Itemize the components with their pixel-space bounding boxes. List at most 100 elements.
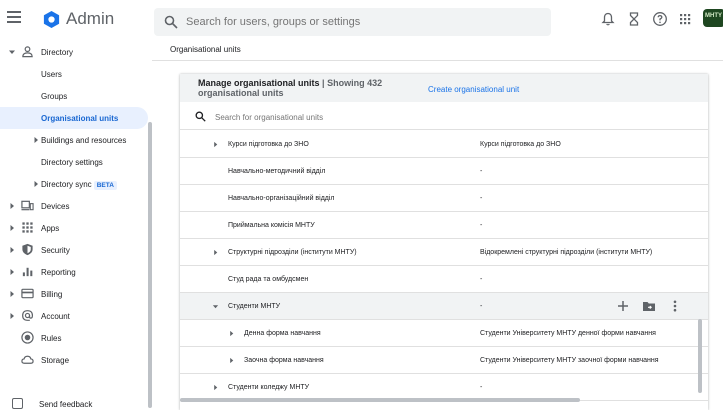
send-feedback-label: Send feedback (39, 400, 93, 409)
sidebar-item-groups[interactable]: Groups (0, 85, 148, 107)
org-units-card: Manage organisational units | Showing 43… (180, 74, 708, 410)
card-title-text: Manage organisational units (198, 78, 320, 88)
app-title[interactable]: Admin (66, 9, 114, 29)
org-unit-name[interactable]: Денна форма навчання (244, 330, 321, 337)
apps-grid-icon[interactable] (677, 11, 693, 27)
org-unit-description: - (480, 276, 483, 283)
admin-console: Admin MHTY (0, 0, 723, 410)
hourglass-tasks-icon[interactable] (626, 11, 642, 27)
org-unit-name[interactable]: Навчально-методичний відділ (228, 168, 325, 175)
sidebar-item-billing[interactable]: Billing (0, 283, 148, 305)
account-avatar[interactable]: MHTY (703, 9, 723, 27)
chevron-down-icon (9, 50, 15, 54)
at-sign-icon (22, 310, 34, 321)
move-folder-icon[interactable] (642, 299, 656, 313)
global-search-input[interactable] (186, 13, 526, 31)
sidebar-item-reporting[interactable]: Reporting (0, 261, 148, 283)
sidebar: Directory Users Groups Organisational un… (0, 38, 152, 410)
sidebar-item-directory-settings[interactable]: Directory settings (0, 151, 148, 173)
devices-icon (21, 200, 34, 211)
chevron-right-icon[interactable] (212, 141, 219, 148)
org-unit-name[interactable]: Курси підготовка до ЗНО (228, 141, 309, 148)
org-unit-name[interactable]: Структурні підрозділи (інститути МНТУ) (228, 249, 357, 256)
sidebar-item-label: Rules (41, 334, 62, 343)
global-search[interactable] (154, 8, 551, 36)
main-menu-icon[interactable] (7, 11, 21, 25)
org-unit-description: - (480, 195, 483, 202)
chevron-down-icon[interactable] (212, 303, 219, 310)
table-row[interactable]: Структурні підрозділи (інститути МНТУ) В… (180, 239, 708, 266)
org-unit-name[interactable]: Студ рада та омбудсмен (228, 276, 308, 283)
sidebar-item-storage[interactable]: Storage (0, 349, 148, 371)
table-row[interactable]: Студенти коледжу МНТУ - (180, 374, 708, 401)
table-row[interactable]: Навчально-методичний відділ - (180, 158, 708, 185)
sidebar-item-apps[interactable]: Apps (0, 217, 148, 239)
sidebar-item-buildings[interactable]: Buildings and resources (0, 129, 148, 151)
table-row[interactable]: Студ рада та омбудсмен - (180, 266, 708, 293)
chevron-right-icon (34, 137, 38, 143)
table-row-selected[interactable]: Студенти МНТУ - (180, 293, 708, 320)
sidebar-item-label: Directory sync (41, 180, 92, 189)
sidebar-item-label: Security (41, 246, 70, 255)
avatar-text: MHTY (705, 13, 722, 19)
list-horizontal-scrollbar[interactable] (180, 398, 580, 402)
chevron-right-icon[interactable] (212, 249, 219, 256)
sidebar-item-label: Reporting (41, 268, 76, 277)
bar-chart-icon (22, 267, 33, 277)
chevron-right-icon[interactable] (228, 330, 235, 337)
org-unit-name[interactable]: Заочна форма навчання (244, 357, 324, 364)
sidebar-item-label: Directory settings (41, 158, 103, 167)
chevron-right-icon (10, 313, 14, 319)
table-row[interactable]: Навчально-організаційний відділ - (180, 185, 708, 212)
sidebar-item-rules[interactable]: Rules (0, 327, 148, 349)
search-icon (164, 15, 178, 29)
card-header: Manage organisational units | Showing 43… (180, 74, 708, 102)
table-row[interactable]: Заочна форма навчання Студенти Університ… (180, 347, 708, 374)
sidebar-scrollbar[interactable] (148, 122, 152, 408)
sidebar-item-label: Account (41, 312, 70, 321)
list-vertical-scrollbar[interactable] (698, 319, 702, 393)
shield-icon (22, 243, 33, 256)
org-unit-description: Курси підготовка до ЗНО (480, 141, 561, 148)
org-unit-description: - (480, 222, 483, 229)
chevron-right-icon (10, 247, 14, 253)
notifications-bell-icon[interactable] (600, 11, 616, 27)
sidebar-item-label: Directory (41, 48, 74, 57)
sidebar-item-label: Billing (41, 290, 63, 299)
org-unit-name[interactable]: Навчально-організаційний відділ (228, 195, 335, 202)
beta-badge: BETA (93, 181, 117, 190)
sidebar-item-directory[interactable]: Directory (0, 41, 148, 63)
chevron-right-icon (10, 203, 14, 209)
sidebar-item-account[interactable]: Account (0, 305, 148, 327)
chevron-right-icon (34, 181, 38, 187)
sidebar-item-organisational-units[interactable]: Organisational units (0, 107, 148, 129)
sidebar-item-directory-sync[interactable]: Directory sync BETA (0, 173, 148, 195)
create-org-unit-link[interactable]: Create organisational unit (428, 85, 519, 94)
org-unit-name[interactable]: Приймальна комісія МНТУ (228, 222, 315, 229)
table-row[interactable]: Приймальна комісія МНТУ - (180, 212, 708, 239)
rules-icon (21, 331, 34, 344)
org-unit-name[interactable]: Студенти МНТУ (228, 303, 280, 310)
sidebar-item-label-wrap: Directory sync BETA (41, 180, 117, 190)
chevron-right-icon[interactable] (228, 357, 235, 364)
breadcrumb: Organisational units (170, 45, 241, 54)
chevron-right-icon (10, 225, 14, 231)
table-row[interactable]: Курси підготовка до ЗНО Курси підготовка… (180, 131, 708, 158)
help-icon[interactable] (652, 11, 668, 27)
credit-card-icon (21, 288, 34, 299)
more-vert-icon[interactable] (668, 299, 682, 313)
sidebar-item-security[interactable]: Security (0, 239, 148, 261)
sidebar-item-label: Devices (41, 202, 70, 211)
org-unit-search-input[interactable] (215, 110, 515, 124)
org-unit-name[interactable]: Студенти коледжу МНТУ (228, 384, 309, 391)
table-row[interactable]: Денна форма навчання Студенти Університе… (180, 320, 708, 347)
search-icon (195, 111, 206, 122)
add-icon[interactable] (616, 299, 630, 313)
admin-logo-icon (43, 10, 60, 29)
org-unit-search[interactable] (180, 104, 708, 130)
divider (152, 60, 723, 61)
chevron-right-icon[interactable] (212, 384, 219, 391)
sidebar-item-users[interactable]: Users (0, 63, 148, 85)
card-title: Manage organisational units | Showing 43… (198, 78, 388, 98)
sidebar-item-devices[interactable]: Devices (0, 195, 148, 217)
